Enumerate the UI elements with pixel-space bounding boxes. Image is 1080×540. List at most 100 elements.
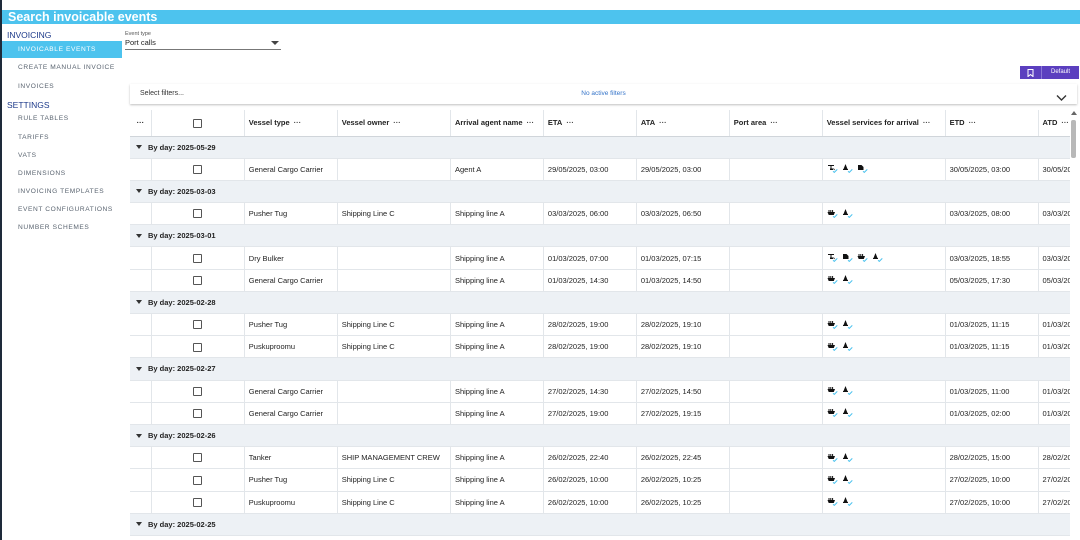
table-row[interactable]: Tanker SHIP MANAGEMENT CREW Shipping line … (130, 446, 1070, 470)
group-header[interactable]: By day: 2025-05-29 (130, 136, 1070, 159)
column-header-port-area[interactable]: Port area ··· (729, 110, 823, 137)
table-row[interactable]: General Cargo Carrier Shipping line A 27/0… (130, 402, 1070, 425)
row-checkbox[interactable] (193, 475, 203, 485)
table-row[interactable]: Pusher Tug Shipping Line C Shipping line A… (130, 202, 1070, 226)
cell-atd: 01/03/2025, 11:4 (1038, 313, 1070, 337)
group-row[interactable]: By day: 2025-03-03 (130, 180, 1070, 204)
pilot-service-icon (842, 474, 854, 486)
select-filters-input[interactable]: Select filters... (140, 84, 184, 104)
group-header[interactable]: By day: 2025-03-01 (130, 224, 1070, 248)
group-row[interactable]: By day: 2025-05-29 (130, 136, 1070, 159)
sidebar-item-invoices[interactable]: INVOICES (2, 78, 122, 95)
row-spacer (130, 402, 152, 425)
sidebar-item-tariffs[interactable]: TARIFFS (2, 129, 122, 146)
group-row[interactable]: By day: 2025-03-01 (130, 224, 1070, 248)
table-row[interactable]: Dry Bulker Shipping line A 01/03/2025, 07:… (130, 246, 1070, 270)
column-header-atd[interactable]: ATD ··· (1038, 110, 1070, 137)
service-icons (827, 385, 854, 397)
cell-arrival-agent: Shipping line A (450, 269, 544, 292)
cell-eta: 26/02/2025, 10:00 (543, 491, 637, 514)
row-checkbox[interactable] (193, 253, 203, 263)
ship-service-icon (827, 452, 839, 464)
row-checkbox[interactable] (193, 275, 203, 285)
row-checkbox[interactable] (193, 497, 203, 507)
group-header[interactable]: By day: 2025-02-27 (130, 357, 1070, 381)
collapse-triangle-icon[interactable] (136, 233, 142, 238)
expand-filters-button[interactable] (1056, 89, 1067, 107)
group-label: By day: 2025-02-26 (148, 431, 216, 441)
cell-vessel-services (822, 158, 946, 181)
collapse-triangle-icon[interactable] (136, 145, 142, 150)
group-row[interactable]: By day: 2025-02-28 (130, 291, 1070, 315)
column-header-eta[interactable]: ETA ··· (543, 110, 637, 137)
column-header-vessel-owner[interactable]: Vessel owner ··· (337, 110, 451, 137)
table-row[interactable]: Pusher Tug Shipping Line C Shipping line A… (130, 313, 1070, 337)
collapse-triangle-icon[interactable] (136, 189, 142, 194)
group-row[interactable]: By day: 2025-02-27 (130, 357, 1070, 381)
row-checkbox[interactable] (193, 165, 203, 175)
service-icons (827, 496, 854, 508)
row-checkbox[interactable] (193, 409, 203, 419)
column-header-vessel-type[interactable]: Vessel type ··· (244, 110, 338, 137)
group-row[interactable]: By day: 2025-02-26 (130, 424, 1070, 448)
table-row[interactable]: General Cargo Carrier Shipping line A 27/0… (130, 380, 1070, 403)
sidebar-item-rule-tables[interactable]: RULE TABLES (2, 110, 122, 127)
table-row[interactable]: Puskuproomu Shipping Line C Shipping line … (130, 335, 1070, 359)
sidebar-item-create-manual-invoice[interactable]: CREATE MANUAL INVOICE (2, 59, 122, 76)
group-row[interactable]: By day: 2025-02-25 (130, 513, 1070, 536)
scroll-up-arrow-icon[interactable] (1071, 111, 1077, 115)
sidebar-item-number-schemes[interactable]: NUMBER SCHEMES (2, 219, 122, 236)
cell-eta: 27/02/2025, 14:30 (543, 380, 637, 403)
cell-vessel-services (822, 402, 946, 425)
ship-service-icon (827, 496, 839, 508)
table-row[interactable]: Pusher Tug Shipping Line C Shipping line A… (130, 468, 1070, 492)
group-header[interactable]: By day: 2025-03-03 (130, 180, 1070, 204)
table-row[interactable]: General Cargo Carrier Agent A 29/05/2025, … (130, 158, 1070, 181)
sidebar-item-invoicable-events[interactable]: INVOICABLE EVENTS (2, 41, 122, 58)
table-row[interactable]: General Cargo Carrier Shipping line A 01/0… (130, 269, 1070, 292)
sidebar-item-vats[interactable]: VATS (2, 147, 122, 164)
group-label: By day: 2025-03-01 (148, 231, 216, 241)
table-row[interactable]: Puskuproomu Shipping Line C Shipping line … (130, 491, 1070, 514)
event-type-select[interactable]: Port calls (125, 37, 281, 50)
group-header[interactable]: By day: 2025-02-25 (130, 513, 1070, 536)
row-checkbox[interactable] (193, 320, 203, 330)
row-checkbox[interactable] (193, 209, 203, 219)
grid-menu-button[interactable]: ··· (130, 110, 152, 137)
cell-atd: 30/05/2025, 03:0 (1038, 158, 1070, 181)
cell-port-area (729, 246, 823, 270)
collapse-triangle-icon[interactable] (136, 522, 142, 527)
column-header-vessel-services[interactable]: Vessel services for arrival ··· (822, 110, 946, 137)
vertical-scrollbar[interactable] (1070, 110, 1078, 540)
select-all-checkbox[interactable] (193, 118, 203, 128)
group-header[interactable]: By day: 2025-02-26 (130, 424, 1070, 448)
row-checkbox[interactable] (193, 386, 203, 396)
pilot-service-icon (872, 252, 884, 264)
cell-eta: 01/03/2025, 14:30 (543, 269, 637, 292)
cell-etd: 27/02/2025, 10:00 (945, 491, 1039, 514)
sidebar-item-invoicing-templates[interactable]: INVOICING TEMPLATES (2, 183, 122, 200)
group-header[interactable]: By day: 2025-02-28 (130, 291, 1070, 315)
page-title: Search invoicable events (8, 10, 158, 24)
default-view-button[interactable]: Default (1042, 66, 1079, 79)
cell-arrival-agent: Agent A (450, 158, 544, 181)
bookmark-button[interactable] (1020, 66, 1042, 79)
column-header-ata[interactable]: ATA ··· (636, 110, 730, 137)
scrollbar-thumb[interactable] (1071, 120, 1076, 158)
ship-service-icon (827, 474, 839, 486)
row-checkbox-cell (151, 313, 245, 337)
row-checkbox[interactable] (193, 453, 203, 463)
collapse-triangle-icon[interactable] (136, 433, 142, 438)
cell-vessel-services (822, 380, 946, 403)
column-header-etd[interactable]: ETD ··· (945, 110, 1039, 137)
sidebar-item-dimensions[interactable]: DIMENSIONS (2, 165, 122, 182)
cell-vessel-owner (337, 269, 451, 292)
group-label: By day: 2025-02-25 (148, 519, 216, 529)
cell-ata: 28/02/2025, 19:10 (636, 313, 730, 337)
row-checkbox[interactable] (193, 342, 203, 352)
column-header-arrival-agent[interactable]: Arrival agent name ··· (450, 110, 544, 137)
collapse-triangle-icon[interactable] (136, 366, 142, 371)
table-header-row: ··· Vessel type ··· Vessel owner ··· Arriv… (130, 110, 1070, 137)
sidebar-item-event-configurations[interactable]: EVENT CONFIGURATIONS (2, 201, 122, 218)
collapse-triangle-icon[interactable] (136, 300, 142, 305)
